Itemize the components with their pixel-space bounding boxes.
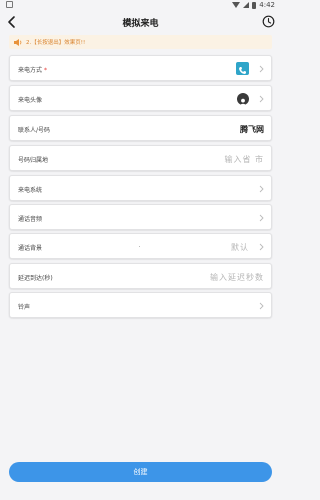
status-bar: 4:42 [0, 0, 281, 11]
form-row-call-avatar[interactable]: 来电头像 [9, 85, 272, 111]
phone-icon [236, 62, 249, 75]
form-row-location[interactable]: 号码归属地 输入省 市 [9, 145, 272, 171]
clock: 4:42 [259, 1, 275, 9]
field-label: 延迟到达(秒) [18, 275, 53, 282]
decorative-dot [139, 246, 140, 247]
form-row-call-audio[interactable]: 通话音频 [9, 204, 272, 230]
chevron-right-icon [259, 185, 264, 193]
form-row-delay[interactable]: 延迟到达(秒) 输入延迟秒数 [9, 263, 272, 289]
app-bar: 模拟来电 [0, 11, 281, 33]
chevron-right-icon [259, 243, 264, 251]
page-title: 模拟来电 [122, 19, 159, 29]
delay-input[interactable]: 输入延迟秒数 [210, 272, 264, 283]
background-value: 默认 [231, 243, 249, 252]
required-mark: * [44, 67, 48, 74]
battery-icon [252, 1, 257, 9]
notice-banner: 2.【长按退出】效果页!! [9, 35, 272, 49]
form-row-call-background[interactable]: 通话背景 默认 [9, 233, 272, 259]
form-row-ringtone[interactable]: 铃声 [9, 292, 272, 318]
field-label: 铃声 [18, 304, 31, 311]
field-label: 来电方式 * [18, 67, 48, 74]
form-row-contact[interactable]: 联系人/号码 腾飞网 [9, 115, 272, 141]
signal-icon [243, 2, 250, 8]
create-button[interactable]: 创建 [9, 462, 272, 482]
notice-text: 2.【长按退出】效果页!! [26, 40, 86, 46]
field-label: 来电头像 [18, 97, 43, 104]
history-clock-icon[interactable] [262, 15, 275, 28]
speaker-icon [14, 38, 22, 46]
field-label: 通话背景 [18, 245, 43, 252]
chevron-right-icon [259, 302, 264, 310]
notification-icon [6, 1, 13, 8]
status-indicators: 4:42 [232, 1, 275, 9]
form-row-call-method[interactable]: 来电方式 * [9, 55, 272, 81]
contact-value[interactable]: 腾飞网 [240, 124, 264, 135]
field-label: 通话音频 [18, 216, 43, 223]
chevron-right-icon [259, 65, 264, 73]
avatar-icon [237, 93, 249, 106]
wifi-icon [232, 2, 241, 8]
chevron-right-icon [259, 95, 264, 103]
field-label: 来电系统 [18, 187, 43, 194]
field-label: 号码归属地 [18, 157, 49, 164]
chevron-right-icon [259, 214, 264, 222]
field-label: 联系人/号码 [18, 127, 51, 134]
location-input[interactable]: 输入省 市 [224, 154, 264, 165]
form-row-call-system[interactable]: 来电系统 [9, 175, 272, 201]
